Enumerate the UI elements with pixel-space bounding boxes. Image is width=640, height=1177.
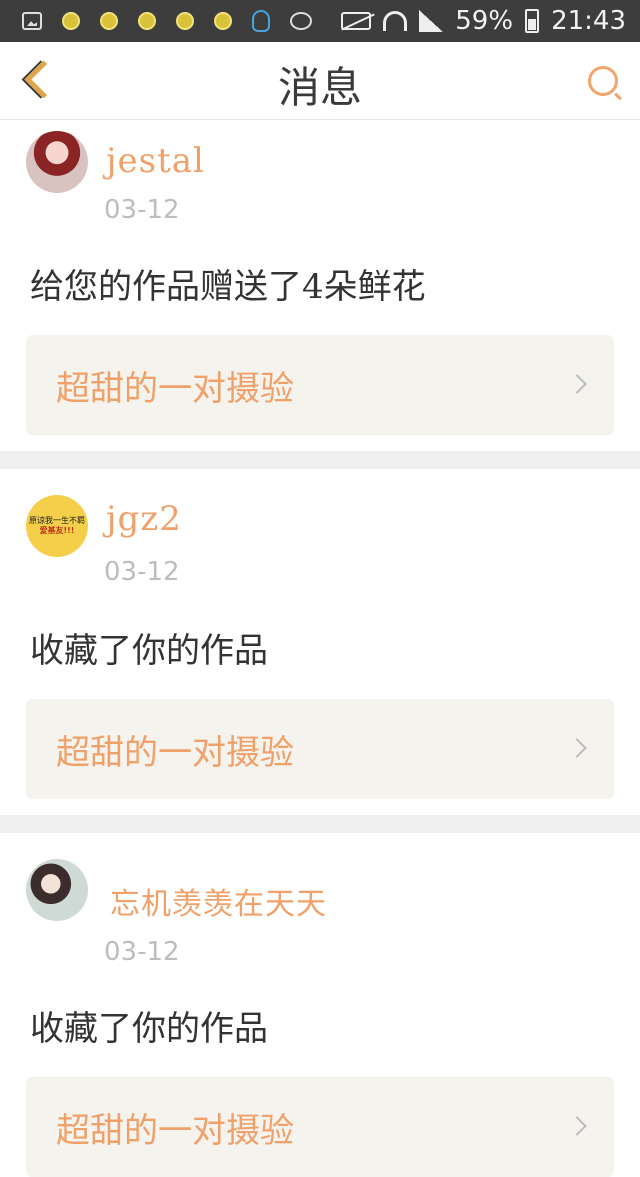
camera-icon (290, 12, 312, 30)
avatar-text: 爱基友!!! (39, 526, 75, 535)
qq-icon (252, 10, 270, 32)
chevron-right-icon (567, 374, 587, 394)
search-button[interactable] (588, 66, 622, 101)
wifi-icon (383, 11, 408, 31)
message-list: jestal 03-12 给您的作品赠送了4朵鲜花 超甜的一对摄验 原谅我一生不… (0, 121, 640, 1177)
lightbulb-icon (214, 12, 232, 30)
message-date: 03-12 (104, 195, 180, 225)
signal-icon (419, 10, 444, 32)
message-text: 收藏了你的作品 (30, 1009, 268, 1049)
battery-icon (525, 9, 540, 33)
message-text: 给您的作品赠送了4朵鲜花 (30, 267, 426, 307)
avatar-text: 原谅我一生不羁 (29, 516, 85, 525)
divider (0, 451, 640, 469)
work-link[interactable]: 超甜的一对摄验 (26, 699, 614, 799)
message-date: 03-12 (104, 557, 180, 587)
nav-bar: 消息 (0, 42, 640, 120)
work-link[interactable]: 超甜的一对摄验 (26, 335, 614, 435)
avatar[interactable]: 原谅我一生不羁 爱基友!!! (26, 495, 88, 557)
message-date: 03-12 (104, 937, 180, 967)
lightbulb-icon (138, 12, 156, 30)
work-title: 超甜的一对摄验 (56, 1111, 294, 1151)
chevron-right-icon (567, 738, 587, 758)
gallery-icon (22, 12, 42, 30)
avatar[interactable] (26, 859, 88, 921)
work-title: 超甜的一对摄验 (56, 733, 294, 773)
clock: 21:43 (551, 6, 626, 36)
battery-percent: 59% (455, 6, 514, 36)
avatar[interactable] (26, 131, 88, 193)
page-title: 消息 (277, 63, 362, 112)
divider (0, 815, 640, 833)
work-link[interactable]: 超甜的一对摄验 (26, 1077, 614, 1177)
mute-icon (341, 12, 372, 30)
username[interactable]: jestal (106, 141, 205, 181)
username[interactable]: jgz2 (106, 499, 182, 539)
lightbulb-icon (100, 12, 118, 30)
username[interactable]: 忘机羡羡在天天 (110, 879, 327, 923)
message-card: 忘机羡羡在天天 03-12 收藏了你的作品 超甜的一对摄验 (0, 833, 640, 1177)
status-bar: 59% 21:43 (0, 0, 640, 42)
message-card: jestal 03-12 给您的作品赠送了4朵鲜花 超甜的一对摄验 (0, 121, 640, 451)
work-title: 超甜的一对摄验 (56, 369, 294, 409)
lightbulb-icon (176, 12, 194, 30)
message-text: 收藏了你的作品 (30, 631, 268, 671)
lightbulb-icon (62, 12, 80, 30)
message-card: 原谅我一生不羁 爱基友!!! jgz2 03-12 收藏了你的作品 超甜的一对摄… (0, 469, 640, 815)
search-icon (588, 66, 618, 96)
chevron-right-icon (567, 1116, 587, 1136)
